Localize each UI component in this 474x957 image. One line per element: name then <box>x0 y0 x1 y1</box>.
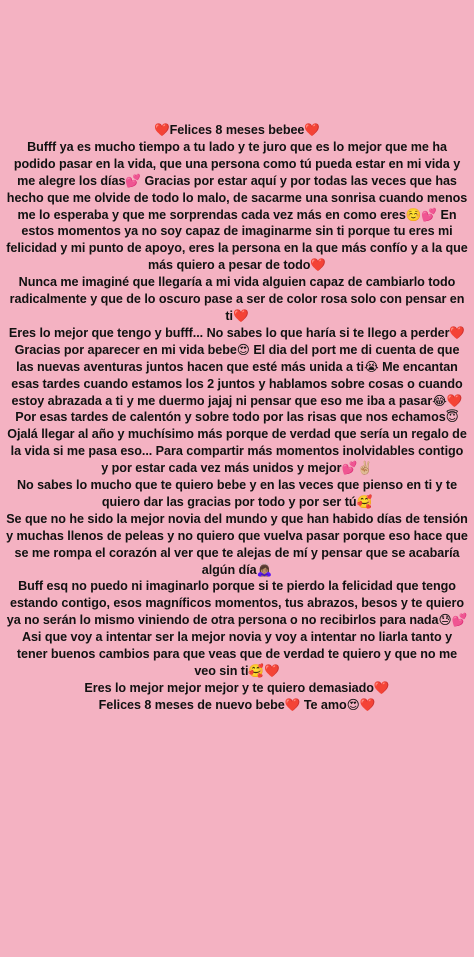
message-paragraph: Se que no he sido la mejor novia del mun… <box>6 511 468 577</box>
message-paragraph: Felices 8 meses de nuevo bebe❤️ Te amo😍❤… <box>98 697 376 712</box>
message-paragraph: Asi que voy a intentar ser la mejor novi… <box>16 630 458 678</box>
message-paragraph: Buff esq no puedo ni imaginarlo porque s… <box>6 579 468 628</box>
message-paragraph: Eres lo mejor que tengo y bufff... No sa… <box>8 325 466 340</box>
message-paragraph: Nunca me imaginé que llegaría a mi vida … <box>9 275 465 323</box>
love-message: ❤️Felices 8 meses bebee❤️ Bufff ya es mu… <box>6 122 468 714</box>
message-paragraph: Eres lo mejor mejor mejor y te quiero de… <box>84 680 390 695</box>
message-paragraph: Bufff ya es mucho tiempo a tu lado y te … <box>6 139 468 273</box>
message-paragraph: Ojalá llegar al año y muchísimo más porq… <box>7 427 467 476</box>
message-paragraph: No sabes lo mucho que te quiero bebe y e… <box>16 478 458 509</box>
message-title: ❤️Felices 8 meses bebee❤️ <box>153 123 321 137</box>
message-paragraph: Gracias por aparecer en mi vida bebe😍 El… <box>11 342 463 425</box>
